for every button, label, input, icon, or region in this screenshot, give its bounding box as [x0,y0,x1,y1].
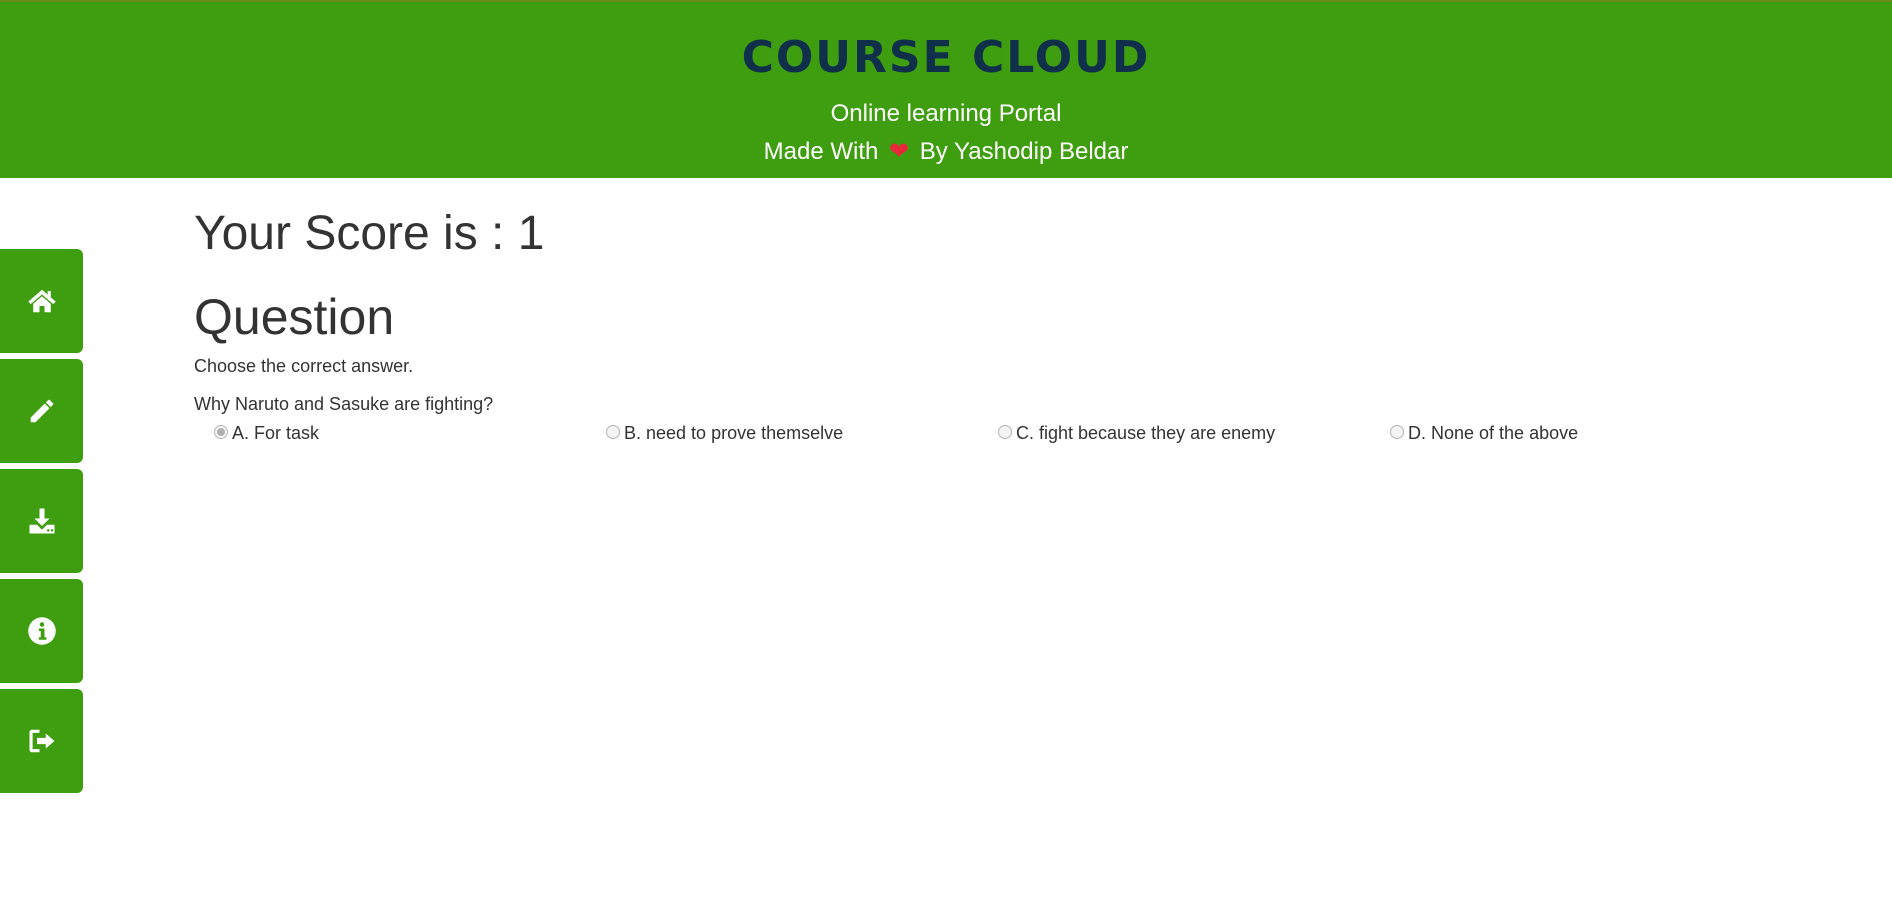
option-c-label: C. fight because they are enemy [1016,423,1276,443]
sidebar-item-logout[interactable] [0,689,83,793]
download-icon [29,508,54,534]
option-d[interactable]: D. None of the above [1390,423,1578,444]
pencil-icon [30,399,53,423]
author-text: By Yashodip Beldar [919,138,1129,165]
sidebar-item-home[interactable] [0,249,83,353]
option-a-label: A. For task [232,423,320,443]
question-heading: Question [194,289,395,345]
site-header: COURSE CLOUD Online learning Portal Made… [0,0,1892,178]
sidebar-item-info[interactable] [0,579,83,683]
option-b-radio[interactable] [606,424,620,439]
answer-options: A. For task B. need to prove themselve C… [214,423,1794,453]
option-b-label: B. need to prove themselve [624,423,844,443]
option-c-radio[interactable] [998,424,1012,439]
option-d-label: D. None of the above [1408,423,1579,443]
home-icon [27,289,56,313]
brand-title: COURSE CLOUD [741,32,1151,83]
sidebar-item-edit[interactable] [0,359,83,463]
option-a[interactable]: A. For task [214,423,319,444]
score-heading: Your Score is : 1 [194,207,545,260]
option-c[interactable]: C. fight because they are enemy [998,423,1275,444]
sidebar-item-download[interactable] [0,469,83,573]
option-b[interactable]: B. need to prove themselve [606,423,843,444]
made-with-text: Made With [763,138,879,165]
made-by-line: Made With ❤ By Yashodip Beldar [0,137,1892,166]
sidebar-nav [0,249,83,799]
logout-icon [29,729,54,753]
tagline: Online learning Portal [830,100,1062,127]
instruction-text: Choose the correct answer. [194,356,414,376]
heart-icon: ❤ [889,138,910,165]
option-d-radio[interactable] [1390,424,1404,439]
question-text: Why Naruto and Sasuke are fighting? [194,394,494,414]
option-a-radio[interactable] [214,424,228,439]
info-icon [27,617,56,645]
